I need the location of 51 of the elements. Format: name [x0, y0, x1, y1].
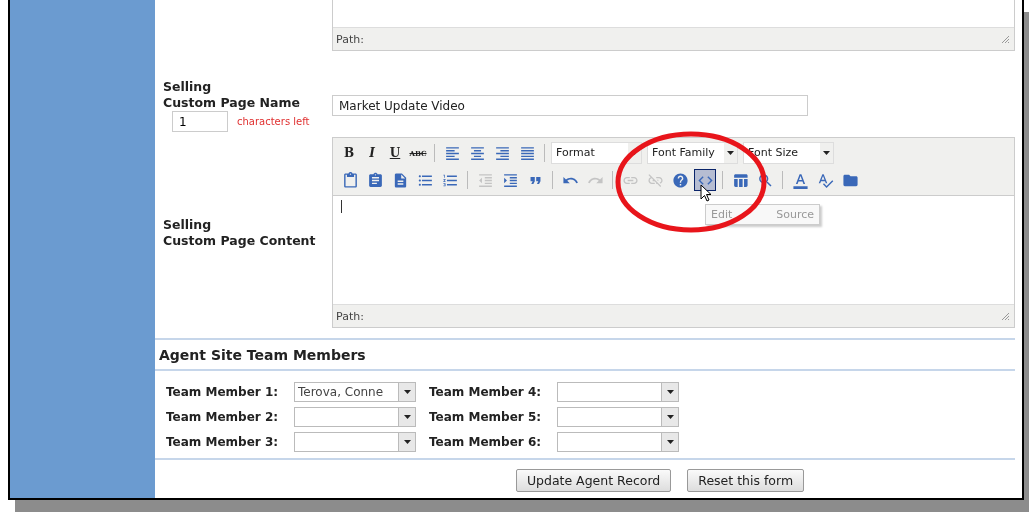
dropdown-arrow-icon	[403, 439, 411, 444]
field-label: Selling Custom Page Name	[163, 79, 301, 111]
clipboard-icon	[366, 171, 384, 189]
align-justify-icon	[518, 144, 536, 162]
align-center-icon	[468, 144, 486, 162]
toolbar-dropdown[interactable]: Format	[551, 142, 642, 164]
help-icon	[671, 171, 689, 189]
clipboard-icon	[341, 171, 359, 189]
dropdown-arrow-icon	[666, 414, 674, 419]
text-color-icon	[791, 171, 809, 189]
toolbar-dropdown[interactable]: Font Family	[647, 142, 738, 164]
text-editor[interactable]: Path:	[332, 0, 1015, 51]
dropdown-arrow-icon	[727, 151, 734, 155]
dropdown-arrow-icon	[666, 389, 674, 394]
spellcheck-icon	[816, 171, 834, 189]
tooltip-text: Source	[776, 208, 815, 221]
indent-icon	[501, 171, 519, 189]
section-title: Agent Site Team Members	[159, 347, 366, 363]
counter-note: characters left	[237, 116, 310, 127]
path-label: Path:	[336, 32, 364, 46]
path-label: Path:	[336, 309, 364, 323]
field-label: Team Member 5:	[429, 409, 543, 424]
form-button[interactable]: Update Agent Record	[515, 469, 672, 492]
align-left-icon	[443, 144, 461, 162]
field-label: Team Member 2:	[166, 409, 280, 424]
form-button[interactable]: Reset this form	[687, 469, 805, 492]
format-button[interactable]: U	[385, 143, 405, 163]
dropdown-arrow-icon	[403, 389, 411, 394]
page-name-field[interactable]: Market Update Video	[332, 95, 808, 116]
table-icon	[731, 171, 749, 189]
field-label: Team Member 4:	[429, 384, 543, 399]
dropdown-arrow-icon	[403, 414, 411, 419]
outdent-icon	[476, 171, 494, 189]
member-dropdown[interactable]: Terova, Conne	[294, 381, 416, 402]
align-right-icon	[493, 144, 511, 162]
unlink-icon	[646, 171, 664, 189]
dropdown-arrow-icon	[823, 151, 830, 155]
resize-grip-icon[interactable]	[1000, 311, 1010, 321]
text-caret	[341, 200, 342, 213]
field-label: Selling Custom Page Content	[163, 216, 317, 249]
format-button[interactable]: B	[339, 143, 359, 163]
dropdown-arrow-icon	[666, 439, 674, 444]
toolbar-button[interactable]	[694, 169, 716, 191]
mouse-pointer-icon	[700, 184, 712, 202]
format-button[interactable]: I	[362, 143, 382, 163]
field-label: Team Member 6:	[429, 434, 543, 449]
counter-field[interactable]: 1	[172, 111, 228, 132]
field-label: Team Member 1:	[166, 384, 280, 399]
field-label: Team Member 3:	[166, 434, 280, 449]
resize-grip-icon[interactable]	[1000, 34, 1010, 44]
tooltip-text: Edit	[711, 208, 733, 221]
